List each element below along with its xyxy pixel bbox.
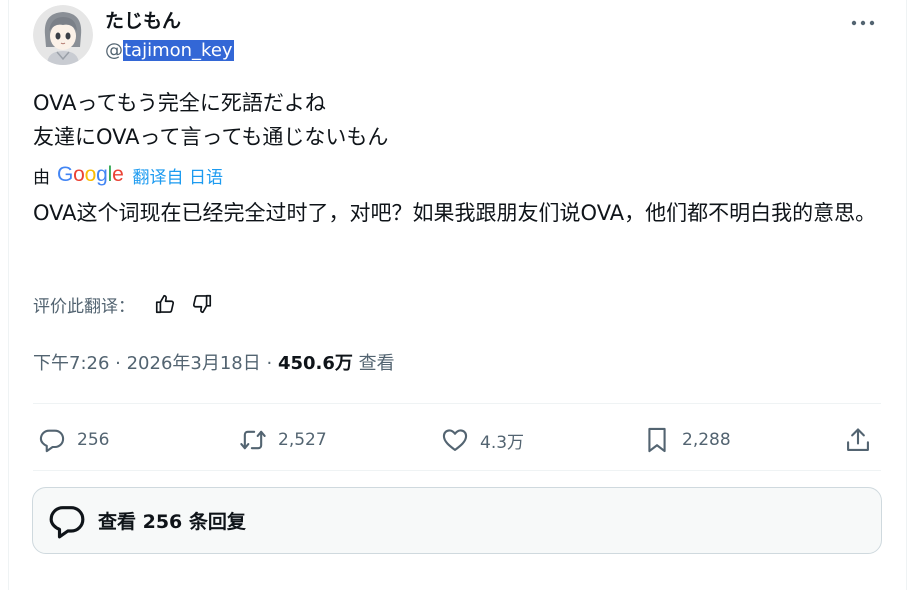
comment-bubble-icon [49, 505, 85, 538]
tweet-header: たじもん @tajimon_key [33, 5, 878, 67]
handle-prefix: @ [105, 40, 123, 61]
tweet-text-line: 友達にOVAって言っても通じないもん [33, 125, 389, 149]
translated-by-label: 由 [33, 167, 50, 188]
avatar[interactable] [33, 5, 93, 65]
meta-separator: · [109, 353, 127, 374]
divider-top [33, 403, 881, 404]
repost-button[interactable]: 2,527 [239, 418, 327, 462]
handle-selected-text: tajimon_key [123, 40, 234, 61]
tweet-meta: 下午7:26 · 2026年3月18日 · 450.6万 查看 [33, 350, 395, 378]
tweet-text-line: OVAってもう完全に死語だよね [33, 91, 326, 115]
view-replies-label: 查看 256 条回复 [98, 511, 246, 533]
author-names: たじもん @tajimon_key [105, 7, 234, 65]
google-logo: Google [57, 163, 124, 186]
like-icon [442, 429, 468, 451]
views-count: 450.6万 [277, 353, 353, 374]
like-count: 4.3万 [480, 432, 525, 453]
thumbs-down-button[interactable] [189, 291, 215, 317]
share-button[interactable] [844, 418, 872, 462]
translated-text: OVA这个词现在已经完全过时了，对吧？如果我跟朋友们说OVA，他们都不明白我的意… [33, 201, 877, 225]
bookmark-count: 2,288 [682, 430, 731, 450]
more-options-button[interactable] [848, 9, 878, 31]
meta-separator: · [260, 353, 278, 374]
display-name[interactable]: たじもん [105, 7, 234, 35]
tweet-actions: 256 2,527 4.3万 2,288 [33, 418, 881, 462]
tweet-date[interactable]: 2026年3月18日 [127, 353, 261, 374]
tweet-text: OVAってもう完全に死語だよね 友達にOVAって言っても通じないもん [33, 86, 388, 154]
more-icon [851, 11, 875, 30]
divider-bottom [33, 470, 881, 471]
reply-icon [39, 429, 65, 453]
frame-border-right [906, 0, 907, 590]
views-label: 查看 [352, 353, 395, 374]
reply-count: 256 [77, 430, 110, 450]
view-replies-button[interactable]: 查看 256 条回复 [32, 487, 882, 554]
thumbs-down-icon [192, 294, 212, 314]
thumbs-up-button[interactable] [152, 291, 178, 317]
rate-translation-label: 评价此翻译： [33, 296, 135, 317]
translated-from-link[interactable]: 翻译自 日语 [133, 163, 223, 188]
share-icon [847, 428, 869, 451]
author-handle[interactable]: @tajimon_key [105, 37, 234, 65]
bookmark-button[interactable]: 2,288 [643, 418, 731, 462]
like-button[interactable]: 4.3万 [441, 418, 524, 462]
tweet-time[interactable]: 下午7:26 [33, 353, 109, 374]
reply-button[interactable]: 256 [38, 418, 109, 462]
frame-border-left [8, 0, 9, 590]
thumbs-up-icon [155, 294, 175, 314]
translation-attribution: 由 Google 翻译自 日语 [33, 160, 223, 190]
bookmark-icon [648, 427, 666, 453]
repost-icon [240, 430, 266, 450]
rate-translation: 评价此翻译： [33, 288, 215, 320]
repost-count: 2,527 [278, 430, 327, 450]
